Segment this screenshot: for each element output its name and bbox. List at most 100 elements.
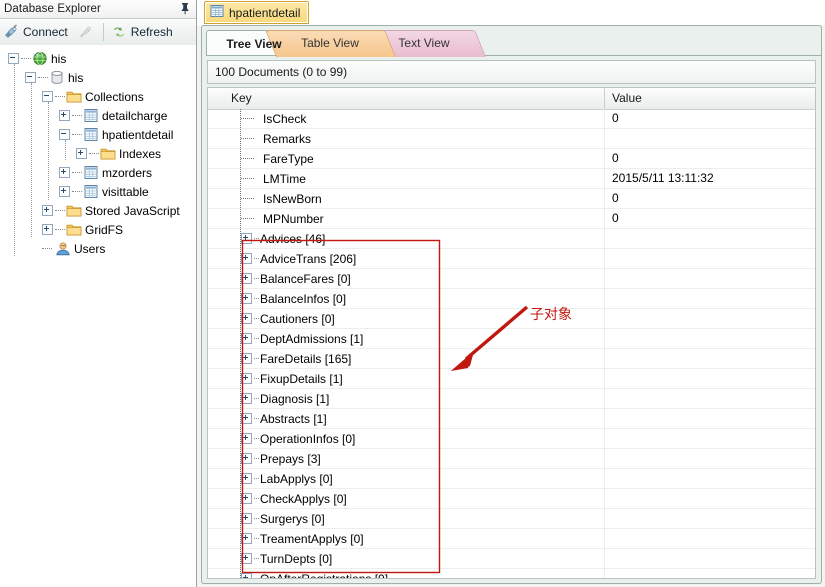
table-row[interactable]: CheckApplys [0]: [208, 489, 815, 509]
tree-item-detailcharge[interactable]: detailcharge: [0, 106, 196, 125]
row-key-cell[interactable]: CheckApplys [0]: [241, 489, 347, 508]
row-key-cell[interactable]: BalanceInfos [0]: [241, 289, 346, 308]
row-key-cell[interactable]: FareDetails [165]: [241, 349, 351, 368]
tree-expand-icon[interactable]: [241, 553, 252, 564]
tree-expand-icon[interactable]: [241, 313, 252, 324]
pushpin-icon[interactable]: [177, 1, 193, 16]
tree-expand-icon[interactable]: [241, 453, 252, 464]
row-key-cell[interactable]: DeptAdmissions [1]: [241, 329, 363, 348]
disconnect-button[interactable]: [74, 20, 99, 44]
tree-expand-icon[interactable]: [59, 186, 70, 197]
table-row[interactable]: IsCheck0: [208, 109, 815, 129]
tree-item-his[interactable]: his: [0, 68, 196, 87]
row-key-cell[interactable]: LabApplys [0]: [241, 469, 333, 488]
tree-item-visittable[interactable]: visittable: [0, 182, 196, 201]
table-row[interactable]: FareDetails [165]: [208, 349, 815, 369]
tree-expand-icon[interactable]: [241, 473, 252, 484]
document-tree-grid[interactable]: Key Value IsCheck0RemarksFareType0LMTime…: [207, 87, 816, 579]
tree-item-gridfs[interactable]: GridFS: [0, 220, 196, 239]
table-row[interactable]: Prepays [3]: [208, 449, 815, 469]
tree-expand-icon[interactable]: [241, 273, 252, 284]
tree-collapse-icon[interactable]: [42, 91, 53, 102]
row-key-cell[interactable]: OperationInfos [0]: [241, 429, 355, 448]
table-row[interactable]: Advices [46]: [208, 229, 815, 249]
row-key-cell[interactable]: Remarks: [241, 129, 311, 148]
table-row[interactable]: Diagnosis [1]: [208, 389, 815, 409]
tree-expand-icon[interactable]: [241, 353, 252, 364]
document-tab-label: hpatientdetail: [229, 6, 300, 20]
table-row[interactable]: BalanceFares [0]: [208, 269, 815, 289]
table-row[interactable]: IsNewBorn0: [208, 189, 815, 209]
tree-collapse-icon[interactable]: [59, 129, 70, 140]
tree-expand-icon[interactable]: [42, 224, 53, 235]
row-key-cell[interactable]: FareType: [241, 149, 314, 168]
row-key-cell[interactable]: IsNewBorn: [241, 189, 322, 208]
table-row[interactable]: DeptAdmissions [1]: [208, 329, 815, 349]
row-key-cell[interactable]: MPNumber: [241, 209, 324, 228]
tree-collapse-icon[interactable]: [8, 53, 19, 64]
row-key-cell[interactable]: LMTime: [241, 169, 306, 188]
row-key-cell[interactable]: OpAfterRegistrations [0]: [241, 569, 388, 578]
table-row[interactable]: TurnDepts [0]: [208, 549, 815, 569]
tree-item-users[interactable]: Users: [0, 239, 196, 258]
table-row[interactable]: FareType0: [208, 149, 815, 169]
document-tab-hpatientdetail[interactable]: hpatientdetail: [204, 1, 309, 24]
tree-expand-icon[interactable]: [241, 513, 252, 524]
table-row[interactable]: Remarks: [208, 129, 815, 149]
table-row[interactable]: FixupDetails [1]: [208, 369, 815, 389]
tree-item-collections[interactable]: Collections: [0, 87, 196, 106]
tree-item-hpatientdetail[interactable]: hpatientdetail: [0, 125, 196, 144]
row-key-cell[interactable]: Abstracts [1]: [241, 409, 327, 428]
table-row[interactable]: BalanceInfos [0]: [208, 289, 815, 309]
tree-expand-icon[interactable]: [241, 373, 252, 384]
table-row[interactable]: TreamentApplys [0]: [208, 529, 815, 549]
collection-grid-icon: [83, 127, 99, 142]
connect-button[interactable]: Connect: [0, 20, 74, 44]
tree-expand-icon[interactable]: [241, 333, 252, 344]
tree-expand-icon[interactable]: [241, 493, 252, 504]
refresh-button[interactable]: Refresh: [108, 20, 179, 44]
table-row[interactable]: Cautioners [0]: [208, 309, 815, 329]
table-row[interactable]: LMTime2015/5/11 13:11:32: [208, 169, 815, 189]
tree-expand-icon[interactable]: [241, 573, 252, 578]
row-key-cell[interactable]: Diagnosis [1]: [241, 389, 329, 408]
tab-table-view[interactable]: Table View: [276, 30, 394, 56]
database-tree[interactable]: hishisCollectionsdetailchargehpatientdet…: [0, 45, 196, 587]
tree-expand-icon[interactable]: [76, 148, 87, 159]
tree-expand-icon[interactable]: [241, 433, 252, 444]
tree-expand-icon[interactable]: [241, 233, 252, 244]
row-key-cell[interactable]: FixupDetails [1]: [241, 369, 343, 388]
row-key-cell[interactable]: IsCheck: [241, 109, 306, 128]
table-row[interactable]: AdviceTrans [206]: [208, 249, 815, 269]
tree-item-indexes[interactable]: Indexes: [0, 144, 196, 163]
tree-expand-icon[interactable]: [59, 167, 70, 178]
tree-expand-icon[interactable]: [42, 205, 53, 216]
table-row[interactable]: MPNumber0: [208, 209, 815, 229]
tree-item-his[interactable]: his: [0, 49, 196, 68]
row-key-cell[interactable]: BalanceFares [0]: [241, 269, 351, 288]
row-key-cell[interactable]: Advices [46]: [241, 229, 325, 248]
tree-expand-icon[interactable]: [241, 393, 252, 404]
table-row[interactable]: Surgerys [0]: [208, 509, 815, 529]
grid-body[interactable]: IsCheck0RemarksFareType0LMTime2015/5/11 …: [208, 109, 815, 578]
tree-expand-icon[interactable]: [241, 253, 252, 264]
tree-expand-icon[interactable]: [241, 413, 252, 424]
row-key-cell[interactable]: Surgerys [0]: [241, 509, 325, 528]
row-key-cell[interactable]: Cautioners [0]: [241, 309, 335, 328]
tree-collapse-icon[interactable]: [25, 72, 36, 83]
table-row[interactable]: Abstracts [1]: [208, 409, 815, 429]
tree-expand-icon[interactable]: [59, 110, 70, 121]
column-splitter[interactable]: [604, 88, 605, 109]
tree-connector: [254, 318, 259, 320]
tree-expand-icon[interactable]: [241, 533, 252, 544]
tree-item-stored-javascript[interactable]: Stored JavaScript: [0, 201, 196, 220]
row-key-cell[interactable]: TurnDepts [0]: [241, 549, 332, 568]
row-key-cell[interactable]: AdviceTrans [206]: [241, 249, 356, 268]
table-row[interactable]: OpAfterRegistrations [0]: [208, 569, 815, 578]
tree-expand-icon[interactable]: [241, 293, 252, 304]
row-key-cell[interactable]: TreamentApplys [0]: [241, 529, 364, 548]
table-row[interactable]: LabApplys [0]: [208, 469, 815, 489]
row-key-cell[interactable]: Prepays [3]: [241, 449, 321, 468]
tree-item-mzorders[interactable]: mzorders: [0, 163, 196, 182]
table-row[interactable]: OperationInfos [0]: [208, 429, 815, 449]
